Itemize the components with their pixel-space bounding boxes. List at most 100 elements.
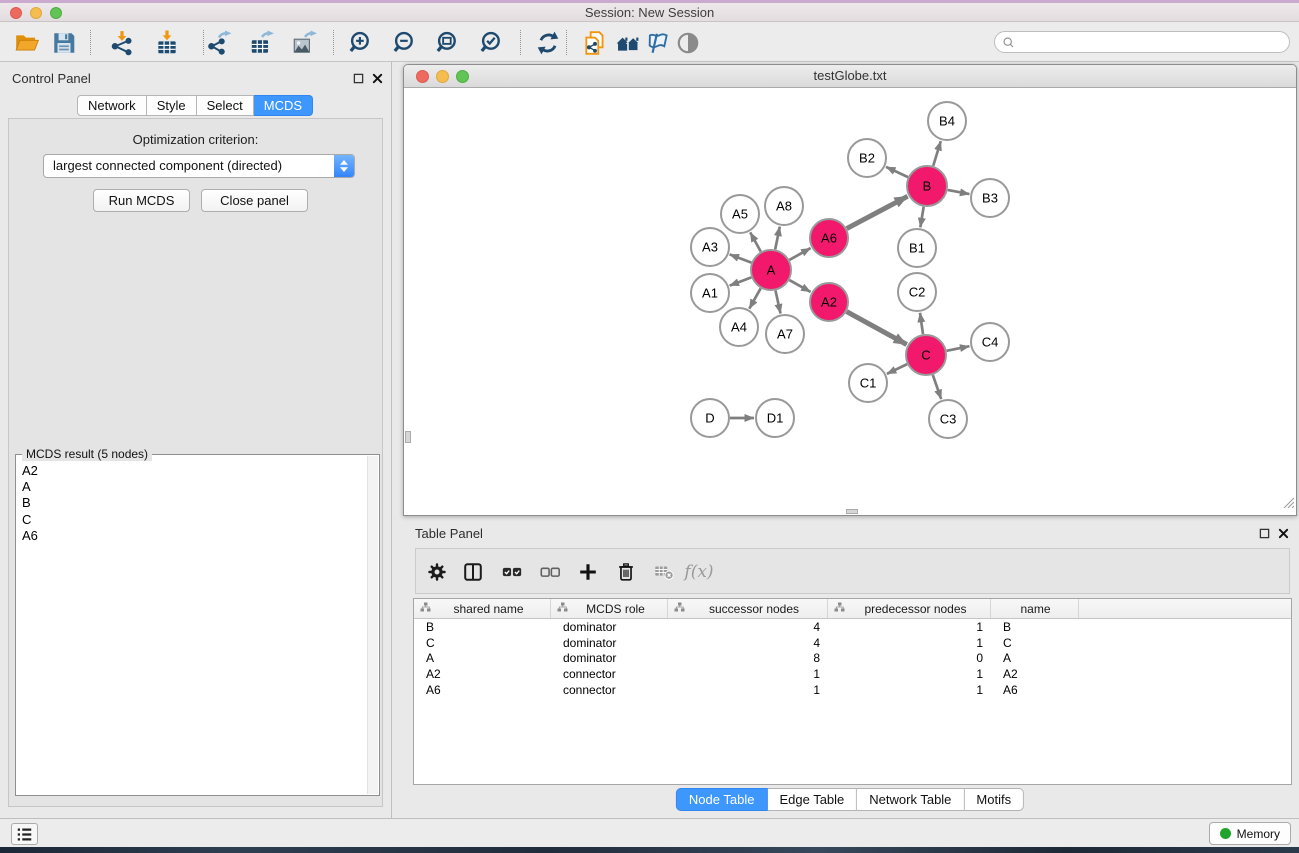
tab-edge-table[interactable]: Edge Table <box>767 788 857 811</box>
delete-column-icon[interactable] <box>652 560 676 584</box>
refresh-icon[interactable] <box>533 28 563 58</box>
network-graph[interactable]: AA1A2A3A4A5A6A7A8BB1B2B3B4CC1C2C3C4DD1 <box>404 89 1296 515</box>
import-network-icon[interactable] <box>107 28 137 58</box>
graph-edge-A-A4[interactable] <box>749 288 760 308</box>
cell-predecessor-nodes[interactable]: 1 <box>828 683 991 697</box>
mcds-result-item[interactable]: A <box>17 479 366 495</box>
cell-name[interactable]: A2 <box>991 667 1079 681</box>
graph-edge-C-C2[interactable] <box>920 313 923 334</box>
tab-style[interactable]: Style <box>147 95 197 116</box>
graph-edge-C-C4[interactable] <box>947 346 970 351</box>
mcds-result-item[interactable]: A6 <box>17 528 366 544</box>
graph-edge-A-A8[interactable] <box>775 227 780 250</box>
cell-name[interactable]: C <box>991 636 1079 650</box>
table-row[interactable]: A6connector11A6 <box>414 682 1291 698</box>
task-history-button[interactable] <box>11 823 38 845</box>
cell-shared-name[interactable]: A <box>414 651 551 665</box>
table-row[interactable]: Cdominator41C <box>414 635 1291 651</box>
table-row[interactable]: A2connector11A2 <box>414 666 1291 682</box>
run-mcds-button[interactable]: Run MCDS <box>93 189 190 212</box>
tab-node-table[interactable]: Node Table <box>676 788 768 811</box>
mcds-result-item[interactable]: C <box>17 512 366 528</box>
memory-button[interactable]: Memory <box>1209 822 1291 845</box>
search-input[interactable] <box>994 31 1290 53</box>
tab-motifs[interactable]: Motifs <box>964 788 1024 811</box>
cell-MCDS-role[interactable]: dominator <box>551 620 668 634</box>
network-window-titlebar[interactable]: testGlobe.txt <box>404 65 1296 88</box>
graph-edge-A-A6[interactable] <box>789 248 810 260</box>
column-header-predecessor-nodes[interactable]: predecessor nodes <box>828 599 991 618</box>
cell-predecessor-nodes[interactable]: 1 <box>828 667 991 681</box>
graph-edge-A-A2[interactable] <box>789 280 810 292</box>
graph-edge-B-B3[interactable] <box>948 190 970 194</box>
cell-name[interactable]: A6 <box>991 683 1079 697</box>
column-header-name[interactable]: name <box>991 599 1079 618</box>
cell-successor-nodes[interactable]: 4 <box>668 620 828 634</box>
graph-edge-B-B4[interactable] <box>933 141 941 166</box>
add-column-icon[interactable] <box>576 560 600 584</box>
graph-edge-B-B2[interactable] <box>886 167 908 177</box>
close-table-panel-icon[interactable] <box>1278 526 1289 544</box>
birds-eye-view-icon[interactable] <box>673 28 703 58</box>
graph-edge-A2-C[interactable] <box>847 312 907 345</box>
graphics-details-icon[interactable] <box>643 28 673 58</box>
select-all-rows-icon[interactable] <box>500 560 524 584</box>
mcds-result-list[interactable]: A2ABCA6 <box>17 463 366 794</box>
mcds-result-item[interactable]: A2 <box>17 463 366 479</box>
zoom-fit-icon[interactable] <box>433 28 463 58</box>
list-scrollbar[interactable] <box>367 456 378 794</box>
float-panel-icon[interactable] <box>353 71 364 89</box>
cell-MCDS-role[interactable]: connector <box>551 667 668 681</box>
table-row[interactable]: Bdominator41B <box>414 619 1291 635</box>
export-table-icon[interactable] <box>246 28 276 58</box>
window-resize-grip[interactable] <box>1281 495 1294 513</box>
open-file-icon[interactable] <box>12 28 42 58</box>
import-table-icon[interactable] <box>152 28 182 58</box>
cell-predecessor-nodes[interactable]: 1 <box>828 636 991 650</box>
graph-edge-A-A3[interactable] <box>730 254 752 262</box>
delete-rows-icon[interactable] <box>614 560 638 584</box>
tab-select[interactable]: Select <box>197 95 254 116</box>
zoom-out-icon[interactable] <box>390 28 420 58</box>
cell-successor-nodes[interactable]: 1 <box>668 667 828 681</box>
cell-MCDS-role[interactable]: dominator <box>551 651 668 665</box>
zoom-selected-icon[interactable] <box>477 28 507 58</box>
export-image-icon[interactable] <box>289 28 319 58</box>
new-network-from-selection-icon[interactable] <box>580 28 610 58</box>
graph-edge-A-A1[interactable] <box>730 277 752 285</box>
tab-network[interactable]: Network <box>77 95 147 116</box>
tab-mcds[interactable]: MCDS <box>254 95 313 116</box>
graph-edge-A6-B[interactable] <box>847 196 908 228</box>
graph-edge-A-A5[interactable] <box>750 232 761 251</box>
horizontal-scroll-nub[interactable] <box>846 509 858 514</box>
deselect-all-rows-icon[interactable] <box>538 560 562 584</box>
cell-shared-name[interactable]: C <box>414 636 551 650</box>
graph-edge-C-C3[interactable] <box>933 375 941 399</box>
show-columns-icon[interactable] <box>461 560 485 584</box>
settings-gear-icon[interactable] <box>425 560 449 584</box>
cell-shared-name[interactable]: A6 <box>414 683 551 697</box>
function-builder-icon[interactable]: f(x) <box>682 560 716 584</box>
cell-MCDS-role[interactable]: connector <box>551 683 668 697</box>
graph-edge-A-A7[interactable] <box>776 291 781 314</box>
export-network-icon[interactable] <box>204 28 234 58</box>
apply-layout-icon[interactable] <box>613 28 643 58</box>
graph-edge-C-C1[interactable] <box>887 364 907 374</box>
close-panel-button[interactable]: Close panel <box>201 189 308 212</box>
column-header-MCDS-role[interactable]: MCDS role <box>551 599 668 618</box>
tab-network-table[interactable]: Network Table <box>857 788 964 811</box>
cell-successor-nodes[interactable]: 8 <box>668 651 828 665</box>
float-table-panel-icon[interactable] <box>1259 526 1270 544</box>
cell-successor-nodes[interactable]: 1 <box>668 683 828 697</box>
close-panel-icon[interactable] <box>372 71 383 89</box>
cell-successor-nodes[interactable]: 4 <box>668 636 828 650</box>
criterion-dropdown[interactable]: largest connected component (directed) <box>43 154 355 178</box>
zoom-in-icon[interactable] <box>346 28 376 58</box>
cell-name[interactable]: B <box>991 620 1079 634</box>
table-row[interactable]: Adominator80A <box>414 650 1291 666</box>
column-header-shared-name[interactable]: shared name <box>414 599 551 618</box>
cell-shared-name[interactable]: B <box>414 620 551 634</box>
cell-predecessor-nodes[interactable]: 1 <box>828 620 991 634</box>
column-header-successor-nodes[interactable]: successor nodes <box>668 599 828 618</box>
vertical-scroll-nub[interactable] <box>405 431 411 443</box>
